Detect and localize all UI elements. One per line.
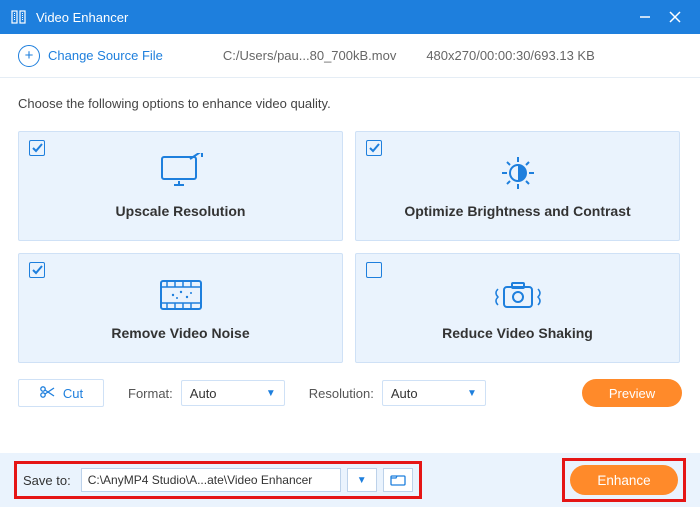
current-file-path: C:/Users/pau...80_700kB.mov xyxy=(223,48,396,63)
save-label: Save to: xyxy=(23,473,71,488)
window-title: Video Enhancer xyxy=(36,10,630,25)
option-upscale-resolution[interactable]: Upscale Resolution xyxy=(18,131,343,241)
format-label: Format: xyxy=(128,386,173,401)
controls-bar: Cut Format: Auto ▼ Resolution: Auto ▼ Pr… xyxy=(0,371,700,415)
save-path-dropdown[interactable]: ▼ xyxy=(347,468,377,492)
option-brightness-contrast[interactable]: Optimize Brightness and Contrast xyxy=(355,131,680,241)
option-label: Upscale Resolution xyxy=(116,203,246,219)
plus-circle-icon: + xyxy=(18,45,40,67)
resolution-label: Resolution: xyxy=(309,386,374,401)
film-noise-icon xyxy=(153,275,209,315)
monitor-arrow-icon xyxy=(153,153,209,193)
chevron-down-icon: ▼ xyxy=(266,388,276,399)
save-bar: Save to: C:\AnyMP4 Studio\A...ate\Video … xyxy=(0,453,700,507)
checkbox-icon[interactable] xyxy=(366,140,382,156)
option-label: Optimize Brightness and Contrast xyxy=(404,203,630,219)
resolution-value: Auto xyxy=(391,386,418,401)
cut-button[interactable]: Cut xyxy=(18,379,104,407)
change-source-label: Change Source File xyxy=(48,48,163,63)
save-path-group: Save to: C:\AnyMP4 Studio\A...ate\Video … xyxy=(14,461,422,499)
format-selector: Format: Auto ▼ xyxy=(128,380,285,406)
minimize-button[interactable] xyxy=(630,8,660,26)
option-reduce-shaking[interactable]: Reduce Video Shaking xyxy=(355,253,680,363)
checkbox-icon[interactable] xyxy=(29,140,45,156)
format-value: Auto xyxy=(190,386,217,401)
change-source-button[interactable]: + Change Source File xyxy=(18,45,163,67)
checkbox-icon[interactable] xyxy=(366,262,382,278)
enhance-button[interactable]: Enhance xyxy=(570,465,678,495)
brightness-icon xyxy=(490,153,546,193)
option-label: Reduce Video Shaking xyxy=(442,325,593,341)
format-dropdown[interactable]: Auto ▼ xyxy=(181,380,285,406)
camera-shake-icon xyxy=(490,275,546,315)
content-area: Choose the following options to enhance … xyxy=(0,78,700,371)
file-metadata: 480x270/00:00:30/693.13 KB xyxy=(426,48,594,63)
save-path-input[interactable]: C:\AnyMP4 Studio\A...ate\Video Enhancer xyxy=(81,468,341,492)
preview-button[interactable]: Preview xyxy=(582,379,682,407)
option-remove-noise[interactable]: Remove Video Noise xyxy=(18,253,343,363)
chevron-down-icon: ▼ xyxy=(467,388,477,399)
close-button[interactable] xyxy=(660,8,690,26)
resolution-dropdown[interactable]: Auto ▼ xyxy=(382,380,486,406)
file-toolbar: + Change Source File C:/Users/pau...80_7… xyxy=(0,34,700,78)
scissors-icon xyxy=(39,385,55,402)
checkbox-icon[interactable] xyxy=(29,262,45,278)
titlebar: Video Enhancer xyxy=(0,0,700,34)
option-label: Remove Video Noise xyxy=(111,325,249,341)
app-logo-icon xyxy=(10,8,28,26)
open-folder-button[interactable] xyxy=(383,468,413,492)
cut-label: Cut xyxy=(63,386,83,401)
resolution-selector: Resolution: Auto ▼ xyxy=(309,380,486,406)
folder-icon xyxy=(390,474,406,486)
enhance-highlight: Enhance xyxy=(562,458,686,502)
instruction-text: Choose the following options to enhance … xyxy=(18,96,682,111)
options-grid: Upscale Resolution Optimize Brightness a… xyxy=(18,131,682,363)
